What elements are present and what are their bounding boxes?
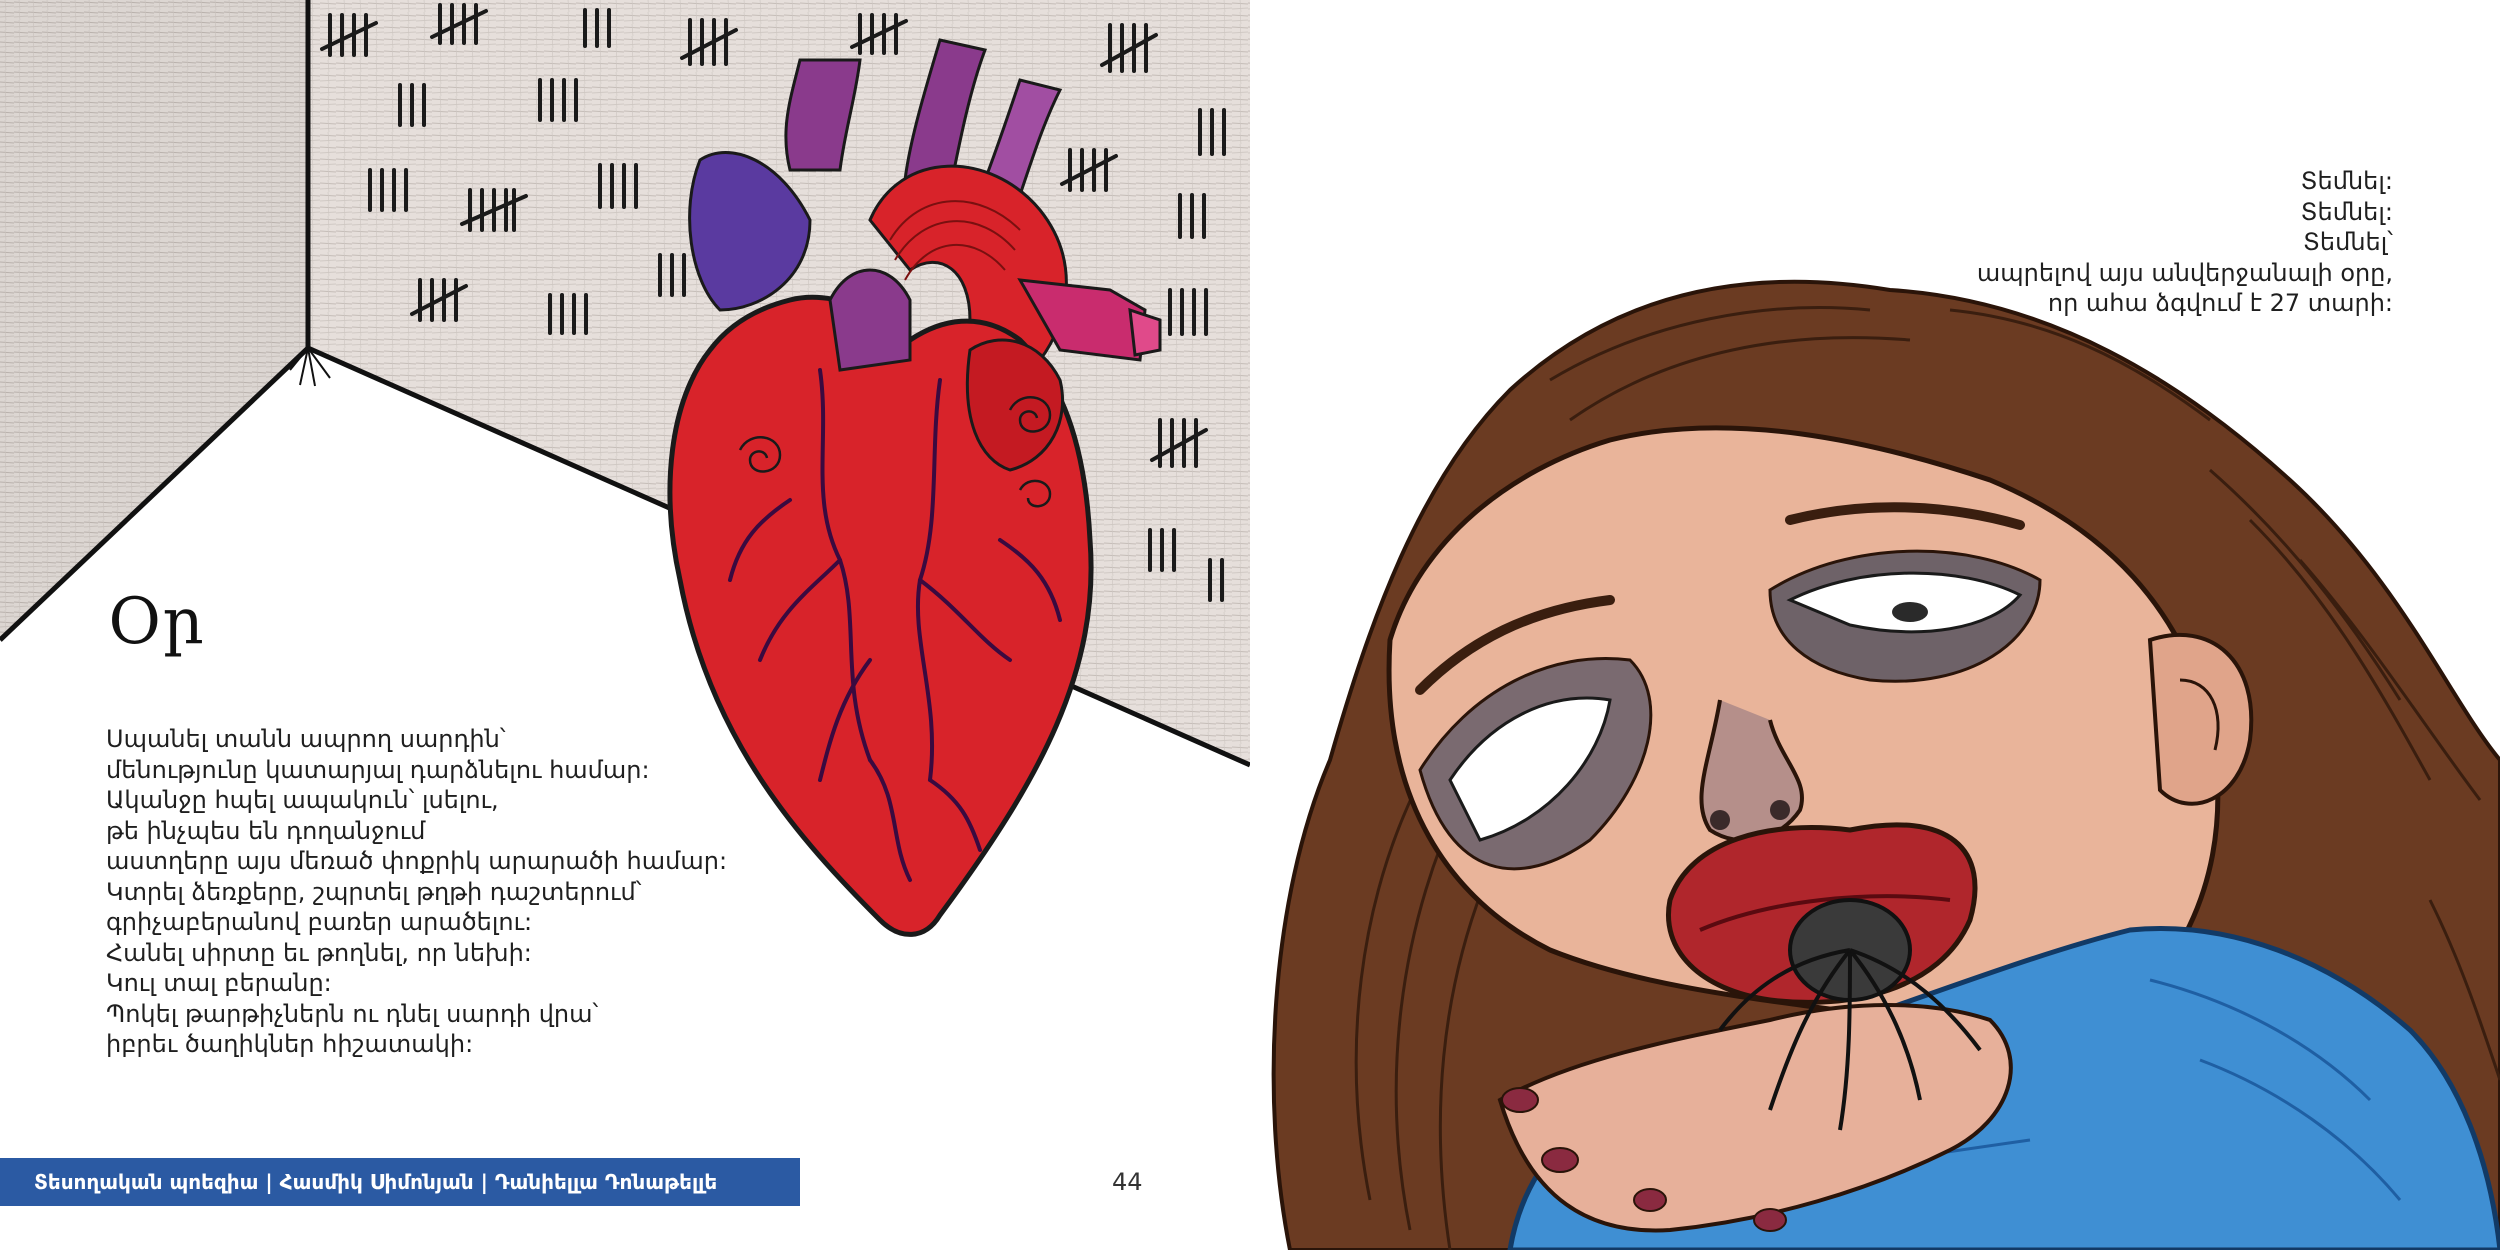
poem-line: Հանել սիրտը եւ թողնել, որ նեխի:: [106, 938, 532, 967]
poem-line: գրիչաբերանով բառեր արածելու:: [106, 908, 533, 936]
left-page: Օր Սպանել տանն ապրող սարդին՝ մենությունը…: [0, 0, 1250, 1250]
poem-line: աստղերը այս մեռած փոքրիկ արարածի համար:: [106, 847, 728, 875]
poem-line: իբրեւ ծաղիկներ հիշատակի:: [106, 1030, 474, 1058]
footer-credit-bar: Տեսողական պոեզիա | Հասմիկ Սիմոնյան | Դան…: [0, 1158, 800, 1206]
poem-line: թե ինչպես են դողանջում: [106, 816, 426, 845]
poem-line: Ականջը հպել ապակուն՝ լսելու,: [106, 786, 499, 814]
poem-line: Կտրել ձեռքերը, շպրտել թղթի դաշտերում՝: [106, 877, 642, 906]
poem-text: Սպանել տանն ապրող սարդին՝ մենությունը կա…: [106, 724, 826, 1060]
poem-line: ապրելով այս անվերջանալի օրը,: [1976, 258, 2393, 287]
poem-line: Պոկել թարթիչներն ու դնել սարդի վրա՝: [106, 999, 599, 1028]
poem-title: Օր: [108, 585, 205, 659]
poem-line: Տեմնել:: [2300, 197, 2393, 226]
page-number: 44: [1112, 1168, 1143, 1196]
poem-line: Կուլ տալ բերանը:: [106, 969, 332, 997]
book-spread: Օր Սպանել տանն ապրող սարդին՝ մենությունը…: [0, 0, 2500, 1250]
poem-line: որ ահա ձգվում է 27 տարի:: [2047, 289, 2393, 317]
poem-line: Տեմնել:: [2300, 167, 2393, 195]
right-poem-text: Տեմնել: Տեմնել: Տեմնել՝ ապրելով այս անվե…: [1773, 166, 2393, 319]
poem-line: մենությունը կատարյալ դարձնելու համար:: [106, 755, 650, 784]
poem-line: Տեմնել՝: [2303, 228, 2393, 256]
poem-line: Սպանել տանն ապրող սարդին՝: [106, 725, 506, 753]
right-page: Տեմնել: Տեմնել: Տեմնել՝ ապրելով այս անվե…: [1250, 0, 2500, 1250]
